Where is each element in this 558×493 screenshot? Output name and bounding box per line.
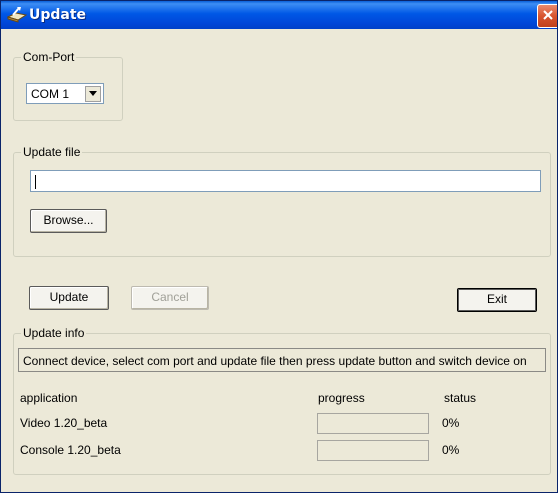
close-button[interactable] — [537, 4, 557, 28]
update-file-path-input[interactable] — [30, 170, 541, 192]
com-port-value: COM 1 — [31, 87, 70, 101]
status-value: 0% — [442, 416, 460, 430]
com-port-group: Com-Port COM 1 — [13, 50, 123, 121]
application-name: Video 1.20_beta — [20, 416, 108, 430]
exit-button[interactable]: Exit — [457, 288, 537, 312]
application-name: Console 1.20_beta — [20, 443, 121, 457]
column-header-progress: progress — [318, 391, 365, 405]
com-port-select[interactable]: COM 1 — [26, 83, 104, 104]
cancel-button[interactable]: Cancel — [131, 286, 209, 310]
status-message: Connect device, select com port and upda… — [23, 354, 527, 368]
status-message-box: Connect device, select com port and upda… — [18, 348, 546, 372]
column-header-application: application — [20, 391, 78, 405]
progress-bar — [317, 440, 429, 461]
text-caret — [35, 175, 36, 189]
update-file-label: Update file — [21, 145, 83, 159]
window-title: Update — [29, 7, 87, 23]
update-dialog: Update Com-Port COM 1 Update file Browse… — [0, 0, 558, 493]
close-icon — [543, 10, 553, 20]
status-value: 0% — [442, 443, 460, 457]
update-app-icon — [6, 6, 28, 24]
browse-button[interactable]: Browse... — [30, 209, 107, 233]
update-file-group: Update file Browse... — [13, 145, 551, 257]
com-port-label: Com-Port — [21, 50, 77, 64]
dropdown-button[interactable] — [85, 86, 101, 102]
column-header-status: status — [444, 391, 477, 405]
progress-bar — [317, 413, 429, 434]
update-info-label: Update info — [21, 326, 87, 340]
title-bar[interactable]: Update — [1, 1, 557, 29]
chevron-down-icon — [89, 91, 97, 96]
update-button[interactable]: Update — [29, 286, 109, 310]
update-info-group: Update info Connect device, select com p… — [13, 326, 551, 475]
